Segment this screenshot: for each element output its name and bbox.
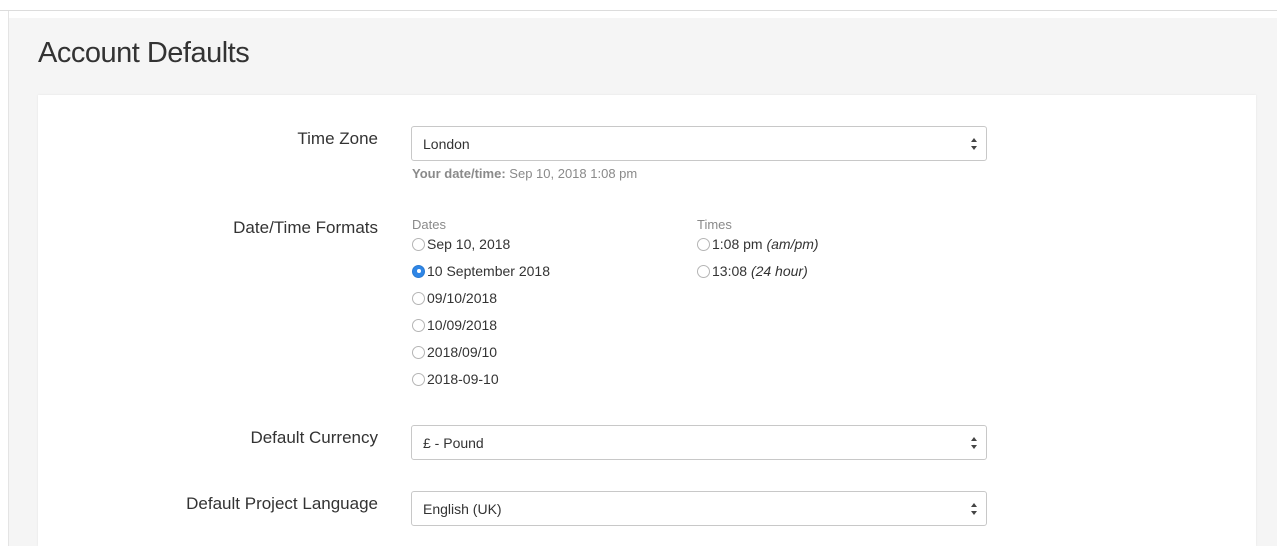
radio-icon[interactable] [412,291,425,305]
radio-icon[interactable] [697,237,710,251]
select-arrows-icon [971,503,977,515]
current-datetime: Sep 10, 2018 1:08 pm [509,166,638,181]
default-currency-label: Default Currency [250,428,378,447]
time-zone-helper: Your date/time: Sep 10, 2018 1:08 pm [412,166,637,181]
times-heading: Times [697,217,732,232]
date-format-option[interactable]: Sep 10, 2018 [412,236,510,252]
date-format-option[interactable]: 10 September 2018 [412,263,550,279]
date-format-label: 10 September 2018 [427,263,550,279]
default-project-language-value: English (UK) [423,501,502,517]
select-arrows-icon [971,437,977,449]
default-project-language-label: Default Project Language [186,494,378,513]
radio-checked-icon[interactable] [412,264,425,278]
radio-icon[interactable] [412,318,425,332]
date-format-option[interactable]: 09/10/2018 [412,290,497,306]
date-time-formats-label: Date/Time Formats [233,218,378,237]
time-zone-label: Time Zone [297,129,378,148]
time-format-note: (am/pm) [766,236,819,252]
settings-card [38,95,1256,546]
default-project-language-select[interactable]: English (UK) [411,491,987,526]
time-format-option[interactable]: 1:08 pm (am/pm) [697,236,819,252]
default-currency-value: £ - Pound [423,435,484,451]
radio-icon[interactable] [412,237,425,251]
time-format-label: 1:08 pm [712,236,763,252]
dates-heading: Dates [412,217,446,232]
time-zone-value: London [423,136,470,152]
time-zone-select[interactable]: London [411,126,987,161]
page-title: Account Defaults [38,37,250,69]
date-format-option[interactable]: 2018-09-10 [412,371,499,387]
time-format-note: (24 hour) [750,263,808,279]
top-divider [0,10,1277,11]
radio-icon[interactable] [697,264,710,278]
date-format-label: 2018/09/10 [427,344,498,360]
select-arrows-icon [971,138,977,150]
date-format-label: 09/10/2018 [427,290,498,306]
time-format-option[interactable]: 13:08 (24 hour) [697,263,808,279]
date-format-option[interactable]: 2018/09/10 [412,344,497,360]
radio-icon[interactable] [412,345,425,359]
date-format-option[interactable]: 10/09/2018 [412,317,497,333]
time-format-label: 13:08 [712,263,748,279]
default-currency-select[interactable]: £ - Pound [411,425,987,460]
helper-label: Your date/time: [412,166,506,181]
radio-icon[interactable] [412,372,425,386]
date-format-label: 10/09/2018 [427,317,498,333]
date-format-label: 2018-09-10 [427,371,499,387]
date-format-label: Sep 10, 2018 [427,236,511,252]
